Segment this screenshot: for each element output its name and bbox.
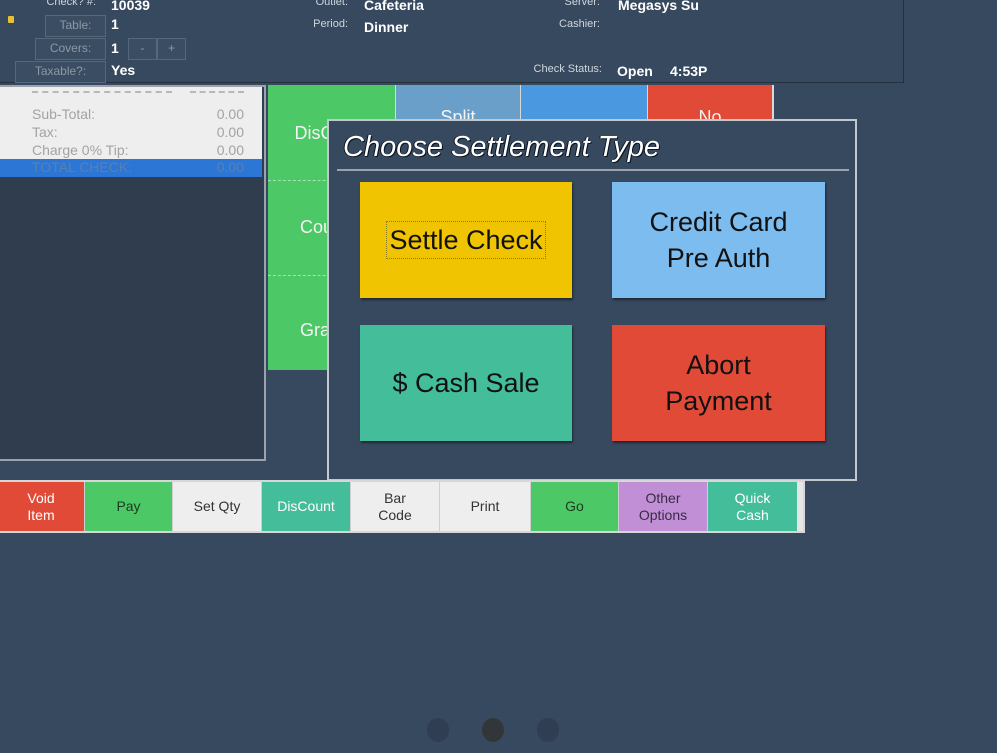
other-options-button[interactable]: Other Options [619,482,708,531]
mouse-cursor-icon [8,16,14,23]
settle-check-label: Settle Check [386,221,546,259]
server-label: Server: [564,0,600,8]
go-label: Go [565,498,584,514]
outlet-label: Outlet: [315,0,348,8]
covers-decrement-button[interactable]: - [128,38,157,60]
print-button[interactable]: Print [440,482,531,531]
cash-sale-button[interactable]: $ Cash Sale [360,325,572,441]
period-label: Period: [313,18,348,30]
taxable-button[interactable]: Taxable?: [15,61,106,83]
check-number-value: 10039 [111,0,150,13]
page-dot-3[interactable] [537,718,559,742]
cash-sale-label: $ Cash Sale [392,368,540,398]
tax-value: 0.00 [216,124,244,140]
abort-payment-label: Abort Payment [665,350,772,416]
check-status-value: Open [617,63,653,79]
void-item-label: Void Item [27,489,55,523]
bottom-action-bar: Void Item Pay Set Qty DisCount Bar Code … [0,480,805,533]
check-status-time: 4:53P [670,63,708,79]
quick-cash-label: Quick Cash [734,489,771,523]
total-check-label: TOTAL CHECK: [32,159,133,175]
separator-line [32,91,172,93]
covers-increment-button[interactable]: + [157,38,186,60]
taxable-value: Yes [111,62,136,78]
dialog-title: Choose Settlement Type [343,131,661,163]
total-check-row[interactable]: TOTAL CHECK: 0.00 [0,159,262,177]
table-button[interactable]: Table: [45,15,106,37]
separator-line [190,91,244,93]
tip-label: Charge 0% Tip: [32,142,129,158]
covers-value: 1 [111,40,119,56]
outlet-value: Cafeteria [364,0,424,13]
bar-code-button[interactable]: Bar Code [351,482,440,531]
tax-row: Tax: 0.00 [0,124,262,142]
period-value: Dinner [364,19,409,35]
subtotal-row: Sub-Total: 0.00 [0,106,262,124]
check-status-label: Check Status: [533,63,602,75]
dialog-title-divider [337,169,849,171]
page-dot-1[interactable] [427,718,449,742]
bar-code-label: Bar Code [378,489,412,523]
server-value: Megasys Su [618,0,699,13]
settle-check-button[interactable]: Settle Check [360,182,572,298]
tip-value: 0.00 [216,142,244,158]
credit-card-pre-auth-button[interactable]: Credit Card Pre Auth [612,182,825,298]
discount-label: DisCount [277,498,335,514]
set-qty-button[interactable]: Set Qty [173,482,262,531]
void-item-button[interactable]: Void Item [0,482,85,531]
covers-button[interactable]: Covers: [35,38,106,60]
set-qty-label: Set Qty [193,498,241,514]
subtotal-value: 0.00 [216,106,244,122]
check-items-panel[interactable]: Sub-Total: 0.00 Tax: 0.00 Charge 0% Tip:… [0,85,266,461]
other-options-label: Other Options [638,489,688,523]
pay-button[interactable]: Pay [85,482,173,531]
check-number-label: Check? #: [46,0,96,8]
page-dot-2[interactable] [482,718,504,742]
quick-cash-button[interactable]: Quick Cash [708,482,797,531]
pay-label: Pay [116,498,141,514]
tax-label: Tax: [32,124,58,140]
credit-card-pre-auth-label: Credit Card Pre Auth [649,207,788,273]
cashier-label: Cashier: [559,18,600,30]
subtotal-label: Sub-Total: [32,106,96,122]
abort-payment-button[interactable]: Abort Payment [612,325,825,441]
total-check-value: 0.00 [216,159,244,175]
print-label: Print [470,498,500,514]
settlement-dialog: Choose Settlement Type Settle Check Cred… [327,119,857,481]
totals-area: Sub-Total: 0.00 Tax: 0.00 Charge 0% Tip:… [0,87,262,161]
tip-row: Charge 0% Tip: 0.00 [0,142,262,160]
go-button[interactable]: Go [531,482,619,531]
discount-button[interactable]: DisCount [262,482,351,531]
table-value: 1 [111,16,119,32]
